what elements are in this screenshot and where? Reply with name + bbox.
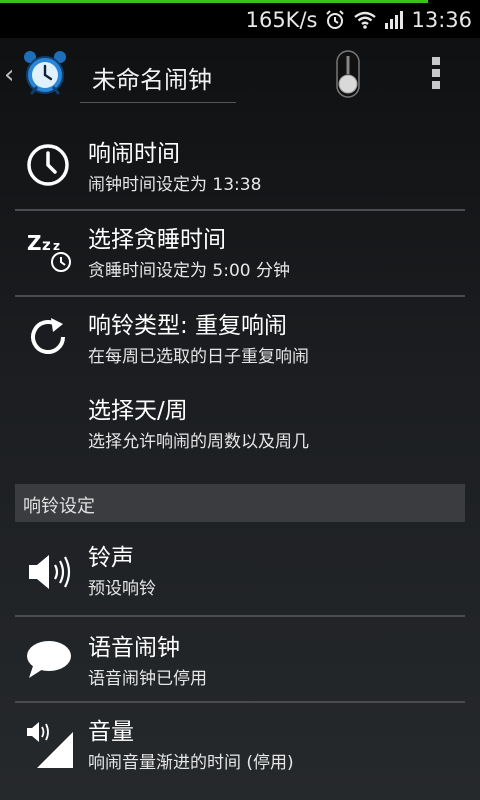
signal-icon xyxy=(384,10,404,30)
ring-settings-header: 响铃设定 xyxy=(15,484,465,522)
divider xyxy=(15,701,465,703)
alarm-time-title: 响闹时间 xyxy=(88,141,180,167)
snooze-icon: Z z z xyxy=(25,226,77,278)
volume-ramp-icon xyxy=(25,718,77,774)
ringtone-summary: 预设响铃 xyxy=(88,579,156,599)
overflow-menu-icon[interactable] xyxy=(430,56,442,94)
clock-time: 13:36 xyxy=(411,8,472,32)
voice-alarm-title: 语音闹钟 xyxy=(88,635,180,661)
download-progress-bar xyxy=(0,0,428,3)
alarm-clock-icon[interactable] xyxy=(22,48,68,102)
volume-title: 音量 xyxy=(88,719,134,745)
days-week-row[interactable]: 选择天/周 选择允许响闹的周数以及周几 xyxy=(15,385,465,465)
page-title: 未命名闹钟 xyxy=(92,66,212,94)
ringtone-row[interactable]: 铃声 预设响铃 xyxy=(15,530,465,614)
toggle-switch-icon[interactable] xyxy=(336,50,360,102)
status-icons: 165K/s 13:36 xyxy=(246,6,472,34)
section-header-label: 响铃设定 xyxy=(23,496,95,517)
snooze-title: 选择贪睡时间 xyxy=(88,227,226,253)
alarm-icon xyxy=(324,9,346,31)
voice-alarm-row[interactable]: 语音闹钟 语音闹钟已停用 xyxy=(15,620,465,704)
divider xyxy=(15,209,465,211)
status-bar: 165K/s 13:36 xyxy=(0,0,480,38)
ringtone-title: 铃声 xyxy=(88,545,134,571)
speech-bubble-icon xyxy=(25,638,73,686)
snooze-summary: 贪睡时间设定为 5:00 分钟 xyxy=(88,261,290,281)
network-speed: 165K/s xyxy=(245,8,318,32)
clock-icon xyxy=(25,142,71,192)
chevron-left-icon[interactable]: ‹ xyxy=(4,60,14,90)
voice-alarm-summary: 语音闹钟已停用 xyxy=(88,669,207,689)
speaker-icon xyxy=(25,548,73,600)
divider xyxy=(15,615,465,617)
repeat-type-summary: 在每周已选取的日子重复响闹 xyxy=(88,347,309,367)
svg-text:z: z xyxy=(53,239,60,253)
svg-text:z: z xyxy=(42,236,51,254)
alarm-time-summary: 闹钟时间设定为 13:38 xyxy=(88,175,262,195)
svg-text:Z: Z xyxy=(27,231,42,255)
repeat-type-title: 响铃类型: 重复响闹 xyxy=(88,313,288,339)
days-week-title: 选择天/周 xyxy=(88,398,188,424)
repeat-type-row[interactable]: 响铃类型: 重复响闹 在每周已选取的日子重复响闹 xyxy=(15,300,465,380)
alarm-name-field[interactable]: 未命名闹钟 xyxy=(80,48,236,103)
action-bar: ‹ 未命名闹钟 xyxy=(0,38,480,110)
wifi-icon xyxy=(353,10,377,30)
repeat-icon xyxy=(25,314,71,364)
alarm-time-row[interactable]: 响闹时间 闹钟时间设定为 13:38 xyxy=(15,130,465,210)
divider xyxy=(15,295,465,297)
days-week-summary: 选择允许响闹的周数以及周几 xyxy=(88,432,309,452)
volume-summary: 响闹音量渐进的时间 (停用) xyxy=(88,753,294,773)
alarm-settings-screen: 165K/s 13:36 ‹ 未命名闹钟 响闹时间 闹钟时间设定为 13:38 … xyxy=(0,0,480,800)
volume-row[interactable]: 音量 响闹音量渐进的时间 (停用) xyxy=(15,706,465,790)
snooze-row[interactable]: Z z z 选择贪睡时间 贪睡时间设定为 5:00 分钟 xyxy=(15,214,465,294)
